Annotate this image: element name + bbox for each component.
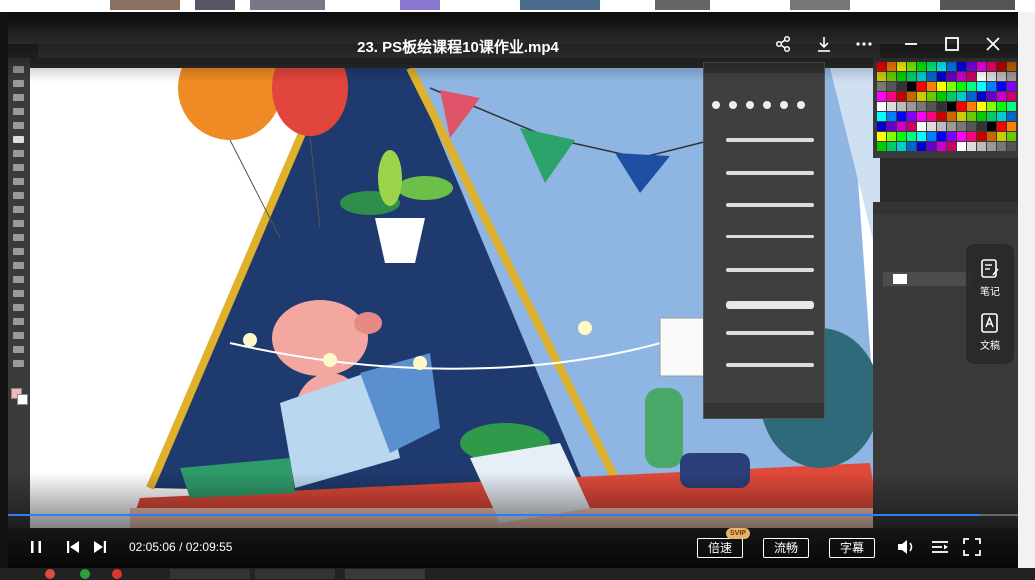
prev-icon[interactable] xyxy=(65,539,81,560)
thumbnail[interactable] xyxy=(400,0,440,10)
more-icon[interactable] xyxy=(854,34,874,54)
thumbnail-strip xyxy=(0,0,1035,12)
thumbnail[interactable] xyxy=(195,0,235,10)
subtitle-button[interactable]: 字幕 xyxy=(829,538,875,558)
thumbnail[interactable] xyxy=(250,0,325,10)
progress-fill xyxy=(8,514,981,516)
share-icon[interactable] xyxy=(773,34,793,54)
thumbnail[interactable] xyxy=(655,0,710,10)
note-icon xyxy=(980,258,1000,285)
quality-button[interactable]: 流畅 xyxy=(763,538,809,558)
thumbnail[interactable] xyxy=(940,0,1015,10)
close-icon[interactable] xyxy=(983,34,1003,54)
transcript-button[interactable]: 文稿 xyxy=(966,306,1014,358)
note-button[interactable]: 笔记 xyxy=(966,252,1014,304)
video-player[interactable]: 23. PS板绘课程10课作业.mp4 笔记 文稿 02:05:06 / 02:… xyxy=(8,12,1018,572)
note-label: 笔记 xyxy=(980,287,1000,298)
thumbnail[interactable] xyxy=(110,0,180,10)
maximize-icon[interactable] xyxy=(942,34,962,54)
text-icon xyxy=(980,312,1000,339)
thumbnail[interactable] xyxy=(790,0,850,10)
playlist-icon[interactable] xyxy=(930,537,950,562)
pause-icon[interactable] xyxy=(28,539,44,560)
download-icon[interactable] xyxy=(814,34,834,54)
next-icon[interactable] xyxy=(92,539,108,560)
time-display: 02:05:06 / 02:09:55 xyxy=(129,540,232,554)
ps-toolbar xyxy=(8,58,30,528)
ps-brush-panel xyxy=(703,62,825,419)
side-tools-panel: 笔记 文稿 xyxy=(966,244,1014,364)
volume-icon[interactable] xyxy=(896,537,916,562)
fullscreen-icon[interactable] xyxy=(962,537,982,562)
os-taskbar xyxy=(0,568,1035,580)
speed-button[interactable]: 倍速 xyxy=(697,538,743,558)
minimize-icon[interactable] xyxy=(901,34,921,54)
time-separator: / xyxy=(179,540,183,554)
svip-badge: SVIP xyxy=(726,528,750,539)
thumbnail[interactable] xyxy=(520,0,600,10)
total-time: 02:09:55 xyxy=(185,540,233,554)
current-time: 02:05:06 xyxy=(129,540,176,554)
background-page-edge xyxy=(1018,12,1035,568)
transcript-label: 文稿 xyxy=(980,341,1000,352)
